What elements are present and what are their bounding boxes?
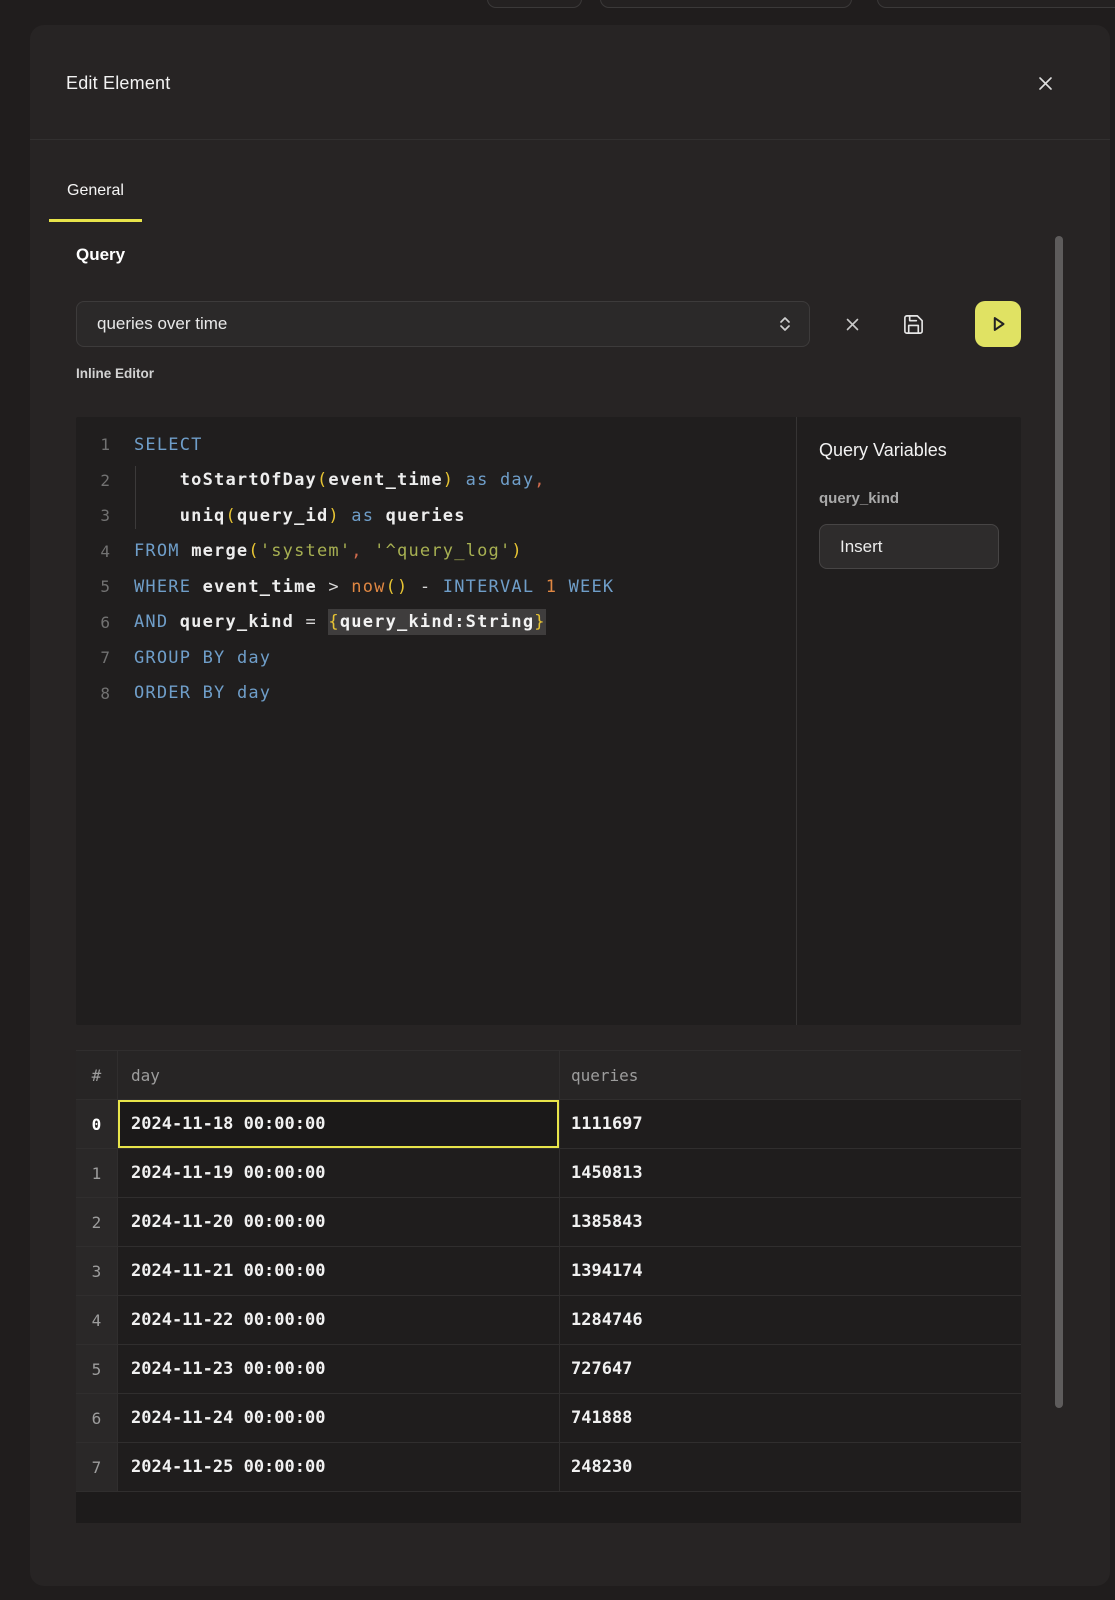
row-index[interactable]: 1	[76, 1149, 118, 1197]
code-text: uniq(query_id) as queries	[110, 506, 466, 526]
code-text: toStartOfDay(event_time) as day,	[110, 470, 546, 490]
code-line[interactable]: 3 uniq(query_id) as queries	[76, 498, 796, 534]
save-floppy-icon[interactable]	[896, 301, 930, 347]
code-line[interactable]: 1SELECT	[76, 427, 796, 463]
row-index[interactable]: 0	[76, 1100, 118, 1148]
cell-day[interactable]: 2024-11-20 00:00:00	[118, 1198, 560, 1246]
cell-day[interactable]: 2024-11-24 00:00:00	[118, 1394, 560, 1442]
line-number: 6	[76, 613, 110, 632]
cell-day[interactable]: 2024-11-21 00:00:00	[118, 1247, 560, 1295]
cell-day[interactable]: 2024-11-25 00:00:00	[118, 1443, 560, 1491]
cell-queries[interactable]: 727647	[560, 1345, 1021, 1393]
query-variables-heading: Query Variables	[819, 440, 999, 461]
background-control-ghost	[877, 0, 1115, 8]
code-line[interactable]: 7GROUP BY day	[76, 640, 796, 676]
dialog-scrollbar[interactable]	[1055, 236, 1063, 1408]
cell-queries[interactable]: 1385843	[560, 1198, 1021, 1246]
edit-element-dialog: Edit Element General Query queries over …	[30, 25, 1110, 1586]
header-day: day	[118, 1051, 560, 1099]
inline-editor-label: Inline Editor	[76, 366, 154, 381]
table-row[interactable]: 02024-11-18 00:00:001111697	[76, 1100, 1021, 1149]
header-queries: queries	[560, 1051, 1021, 1099]
dialog-title: Edit Element	[66, 73, 170, 94]
close-icon[interactable]	[1029, 67, 1061, 99]
code-lines[interactable]: 1SELECT2 toStartOfDay(event_time) as day…	[76, 417, 796, 1025]
dialog-header: Edit Element	[30, 25, 1110, 140]
code-text: FROM merge('system', '^query_log')	[110, 541, 523, 561]
line-number: 2	[76, 471, 110, 490]
line-number: 5	[76, 577, 110, 596]
table-row[interactable]: 62024-11-24 00:00:00741888	[76, 1394, 1021, 1443]
line-number: 8	[76, 684, 110, 703]
cell-queries[interactable]: 1394174	[560, 1247, 1021, 1295]
table-row[interactable]: 42024-11-22 00:00:001284746	[76, 1296, 1021, 1345]
run-query-button[interactable]	[975, 301, 1021, 347]
line-number: 7	[76, 648, 110, 667]
cell-queries[interactable]: 1111697	[560, 1100, 1021, 1148]
query-section-heading: Query	[76, 245, 125, 265]
saved-query-select-value: queries over time	[97, 314, 777, 334]
tab-general[interactable]: General	[49, 182, 142, 222]
line-number: 3	[76, 506, 110, 525]
saved-query-select[interactable]: queries over time	[76, 301, 810, 347]
query-variables-panel: Query Variables query_kind Insert	[796, 417, 1021, 1025]
row-index[interactable]: 6	[76, 1394, 118, 1442]
clear-x-icon[interactable]	[835, 301, 869, 347]
row-index[interactable]: 7	[76, 1443, 118, 1491]
screen: Edit Element General Query queries over …	[0, 0, 1115, 1600]
cell-queries[interactable]: 1284746	[560, 1296, 1021, 1344]
header-index: #	[76, 1051, 118, 1099]
row-index[interactable]: 4	[76, 1296, 118, 1344]
table-row[interactable]: 32024-11-21 00:00:001394174	[76, 1247, 1021, 1296]
table-row[interactable]: 72024-11-25 00:00:00248230	[76, 1443, 1021, 1492]
cell-day[interactable]: 2024-11-19 00:00:00	[118, 1149, 560, 1197]
code-line[interactable]: 5WHERE event_time > now() - INTERVAL 1 W…	[76, 569, 796, 605]
cell-queries[interactable]: 248230	[560, 1443, 1021, 1491]
table-row[interactable]: 12024-11-19 00:00:001450813	[76, 1149, 1021, 1198]
row-index[interactable]: 5	[76, 1345, 118, 1393]
code-text: WHERE event_time > now() - INTERVAL 1 WE…	[110, 577, 614, 597]
table-footer-filler	[76, 1492, 1021, 1523]
background-control-ghost	[600, 0, 852, 8]
line-number: 1	[76, 435, 110, 454]
row-index[interactable]: 2	[76, 1198, 118, 1246]
code-text: GROUP BY day	[110, 648, 271, 668]
table-row[interactable]: 22024-11-20 00:00:001385843	[76, 1198, 1021, 1247]
results-table: # day queries 02024-11-18 00:00:00111169…	[76, 1050, 1021, 1523]
tab-bar: General	[49, 182, 142, 222]
cell-queries[interactable]: 1450813	[560, 1149, 1021, 1197]
cell-queries[interactable]: 741888	[560, 1394, 1021, 1442]
code-text: AND query_kind = {query_kind:String}	[110, 612, 546, 632]
cell-day[interactable]: 2024-11-23 00:00:00	[118, 1345, 560, 1393]
code-text: ORDER BY day	[110, 683, 271, 703]
row-index[interactable]: 3	[76, 1247, 118, 1295]
code-line[interactable]: 2 toStartOfDay(event_time) as day,	[76, 463, 796, 499]
background-control-ghost	[487, 0, 582, 8]
code-line[interactable]: 4FROM merge('system', '^query_log')	[76, 534, 796, 570]
results-table-header: # day queries	[76, 1051, 1021, 1100]
code-line[interactable]: 6AND query_kind = {query_kind:String}	[76, 605, 796, 641]
query-toolbar: queries over time	[76, 301, 1021, 347]
chevron-up-down-icon	[777, 314, 793, 334]
sql-editor: 1SELECT2 toStartOfDay(event_time) as day…	[76, 417, 1021, 1025]
insert-variable-button[interactable]: Insert	[819, 524, 999, 569]
play-icon	[987, 313, 1009, 335]
table-row[interactable]: 52024-11-23 00:00:00727647	[76, 1345, 1021, 1394]
code-text: SELECT	[110, 435, 203, 455]
indent-guide	[135, 466, 136, 529]
cell-day[interactable]: 2024-11-22 00:00:00	[118, 1296, 560, 1344]
variable-name-label: query_kind	[819, 490, 999, 507]
selected-cell-day[interactable]: 2024-11-18 00:00:00	[118, 1100, 560, 1148]
line-number: 4	[76, 542, 110, 561]
code-line[interactable]: 8ORDER BY day	[76, 676, 796, 712]
